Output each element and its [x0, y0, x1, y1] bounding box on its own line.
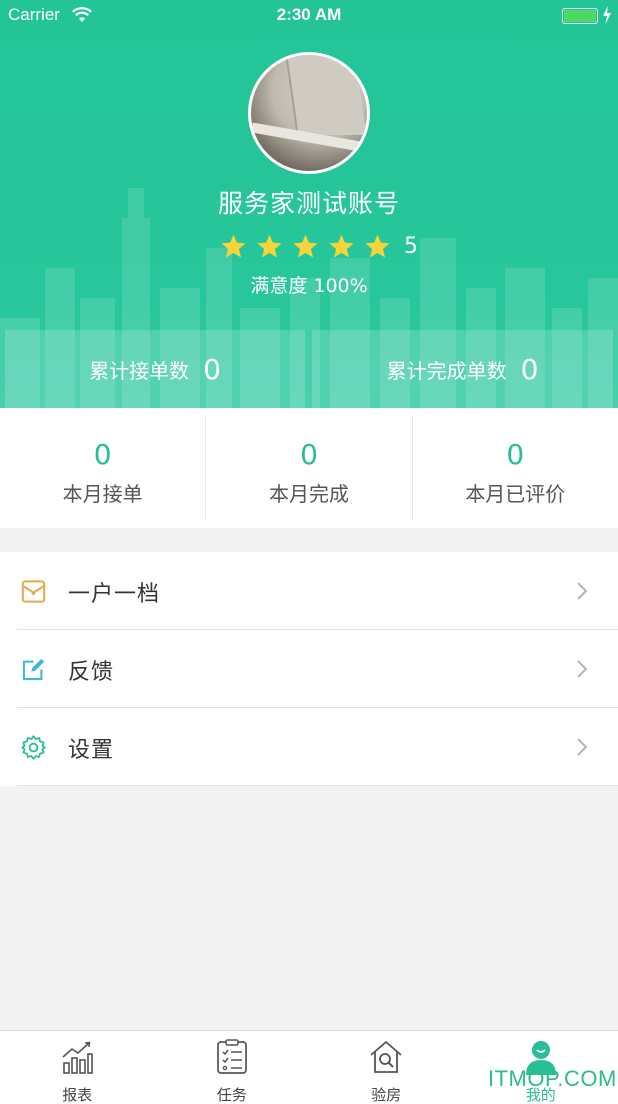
chevron-right-icon	[577, 660, 588, 678]
monthly-rated-value: 0	[506, 438, 525, 471]
avatar[interactable]	[248, 52, 370, 174]
tab-inspection[interactable]: 验房	[309, 1031, 464, 1104]
monthly-accepted-label: 本月接单	[62, 482, 143, 506]
menu-item-feedback[interactable]: 反馈	[0, 630, 618, 708]
monthly-rated: 0 本月已评价	[411, 416, 618, 520]
monthly-completed-label: 本月完成	[268, 482, 349, 506]
monthly-rated-label: 本月已评价	[465, 482, 566, 506]
total-accepted-value: 0	[203, 352, 221, 386]
tab-reports[interactable]: 报表	[0, 1031, 155, 1104]
archive-envelope-icon	[21, 580, 46, 603]
star-icon	[329, 234, 354, 258]
monthly-accepted-value: 0	[93, 438, 112, 471]
site-watermark: ITMOP.COM	[488, 1066, 617, 1091]
satisfaction-rate: 满意度 100%	[250, 275, 368, 297]
total-completed-value: 0	[520, 352, 539, 386]
tab-label-inspection: 验房	[371, 1086, 402, 1104]
tab-label-tasks: 任务	[216, 1086, 247, 1104]
rating-value: 5	[404, 233, 418, 259]
chart-icon	[62, 1041, 94, 1074]
house-search-icon	[370, 1041, 402, 1073]
total-accepted-card: 累计接单数 0	[5, 330, 305, 408]
account-name: 服务家测试账号	[217, 189, 400, 218]
tab-label-reports: 报表	[62, 1086, 93, 1104]
chevron-right-icon	[577, 738, 588, 756]
gear-icon	[21, 735, 46, 760]
star-icon	[257, 234, 282, 258]
total-completed-card: 累计完成单数 0	[312, 330, 613, 408]
status-time: 2:30 AM	[276, 5, 342, 24]
monthly-accepted: 0 本月接单	[0, 416, 205, 520]
monthly-completed-value: 0	[300, 438, 318, 471]
menu-label-feedback: 反馈	[68, 660, 115, 685]
edit-feedback-icon	[22, 658, 45, 681]
chevron-right-icon	[577, 582, 588, 600]
profile-header: Carrier 2:30 AM 服务家测试账号 5 满意度 100% 累计接单数…	[0, 0, 618, 408]
total-completed-label: 累计完成单数	[386, 358, 507, 383]
menu-item-settings[interactable]: 设置	[0, 708, 618, 786]
charging-bolt-icon	[603, 6, 611, 24]
menu-item-archive[interactable]: 一户一档	[0, 552, 618, 630]
monthly-stats: 0 本月接单 0 本月完成 0 本月已评价	[0, 408, 618, 528]
total-accepted-label: 累计接单数	[89, 358, 190, 383]
battery-icon	[562, 8, 598, 24]
star-icon	[293, 234, 318, 258]
settings-menu: 一户一档 反馈 设置	[0, 552, 618, 786]
menu-label-settings: 设置	[68, 738, 115, 763]
star-icon	[365, 234, 390, 258]
rating-stars: 5	[220, 232, 418, 260]
status-bar: Carrier 2:30 AM	[0, 0, 618, 32]
star-icon	[221, 234, 246, 258]
tab-tasks[interactable]: 任务	[155, 1031, 310, 1104]
menu-label-archive: 一户一档	[68, 582, 161, 607]
monthly-completed: 0 本月完成	[205, 416, 411, 520]
task-list-icon	[216, 1039, 247, 1074]
